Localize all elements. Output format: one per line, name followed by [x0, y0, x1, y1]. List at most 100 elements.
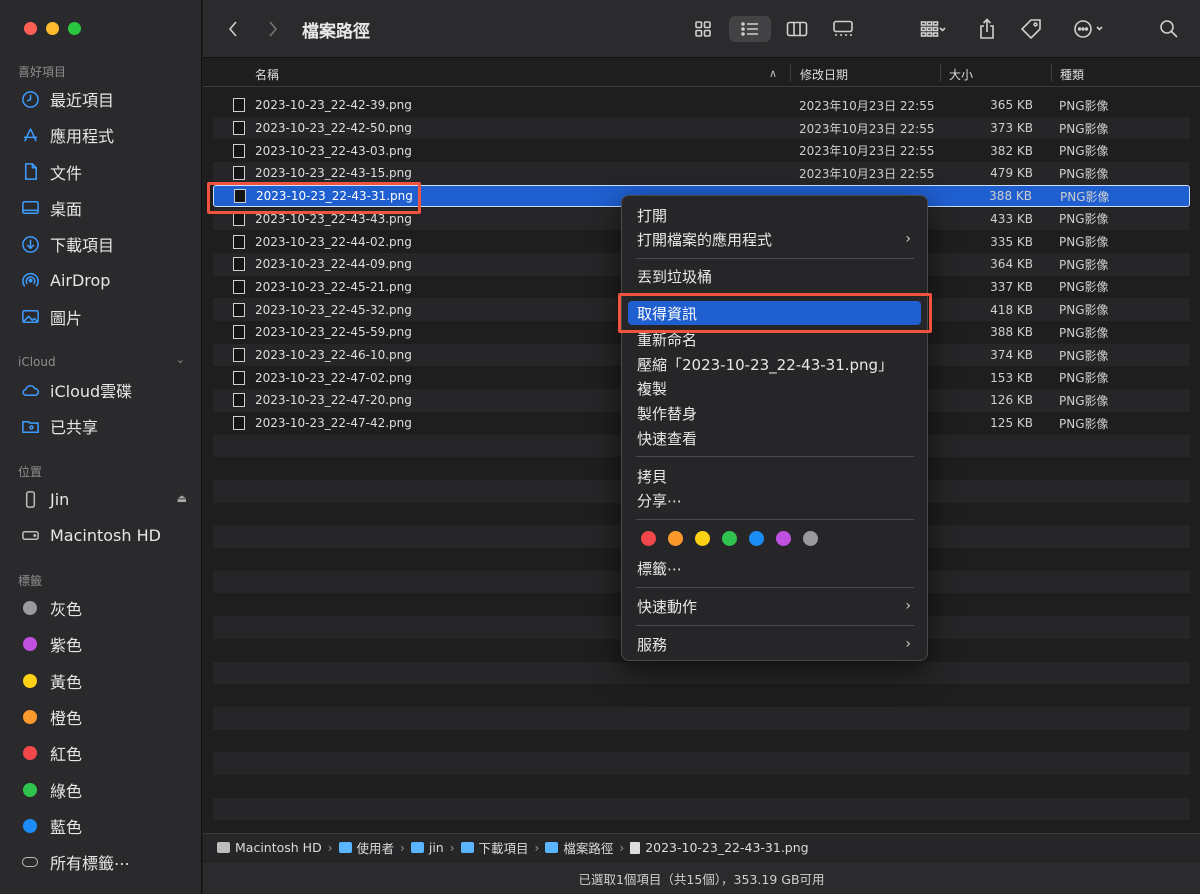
column-view-button[interactable]	[783, 16, 811, 42]
path-separator: ›	[449, 840, 455, 855]
menu-item-share[interactable]: 分享⋯	[628, 488, 921, 512]
menu-item-copy[interactable]: 拷貝	[628, 464, 921, 488]
file-name: 2023-10-23_22-46-10.png	[255, 348, 412, 363]
menu-item-label: 丟到垃圾桶	[637, 267, 713, 286]
column-size[interactable]: 大小	[949, 66, 973, 83]
menu-item-trash[interactable]: 丟到垃圾桶	[628, 264, 921, 288]
folder-icon	[545, 842, 559, 853]
tag-color-option[interactable]	[803, 531, 818, 546]
file-row[interactable]: 2023-10-23_22-42-50.png 2023年10月23日 22:55…	[213, 116, 1190, 140]
file-size: 365 KB	[990, 98, 1033, 113]
menu-item-open[interactable]: 打開	[628, 203, 921, 227]
sidebar-tag-0[interactable]: 灰色	[20, 593, 190, 623]
column-kind[interactable]: 種類	[1060, 66, 1084, 83]
minimize-button[interactable]	[46, 22, 59, 35]
file-row[interactable]: 2023-10-23_22-42-39.png 2023年10月23日 22:55…	[213, 94, 1190, 117]
document-icon	[20, 162, 40, 182]
tag-color-option[interactable]	[695, 531, 710, 546]
path-item[interactable]: 使用者	[338, 838, 394, 857]
tag-color-option[interactable]	[668, 531, 683, 546]
search-button[interactable]	[1155, 16, 1183, 42]
action-button[interactable]	[1067, 16, 1111, 42]
path-separator: ›	[534, 840, 540, 855]
sidebar-item-fav-4[interactable]: 下載項目	[20, 229, 190, 259]
path-item[interactable]: 2023-10-23_22-43-31.png	[630, 840, 809, 855]
tag-color-option[interactable]	[641, 531, 656, 546]
file-row[interactable]: 2023-10-23_22-43-03.png 2023年10月23日 22:55…	[213, 139, 1190, 162]
tag-color-option[interactable]	[749, 531, 764, 546]
sort-ascending-icon[interactable]: ∧	[769, 67, 777, 80]
file-name: 2023-10-23_22-43-03.png	[255, 143, 412, 158]
sidebar-item-icloud-1[interactable]: 已共享	[20, 411, 190, 441]
chevron-right-icon: ›	[905, 231, 911, 247]
sidebar-item-label: 應用程式	[50, 127, 115, 147]
back-button[interactable]	[223, 16, 243, 42]
path-item-label: jin	[428, 840, 444, 855]
gallery-icon	[833, 20, 853, 36]
sidebar-tag-2[interactable]: 黃色	[20, 666, 190, 696]
sidebar-tag-5[interactable]: 綠色	[20, 775, 190, 805]
sidebar-tag-6[interactable]: 藍色	[20, 811, 190, 841]
menu-item-make-alias[interactable]: 製作替身	[628, 401, 921, 425]
menu-separator	[636, 625, 914, 626]
sidebar-item-label: 已共享	[50, 418, 99, 437]
file-date: 2023年10月23日 22:55	[799, 166, 935, 181]
phone-icon	[20, 489, 40, 509]
sidebar-item-loc-0[interactable]: Jin	[20, 484, 190, 514]
close-button[interactable]	[24, 22, 37, 35]
section-icloud[interactable]: iCloud	[18, 355, 188, 369]
sidebar-tag-1[interactable]: 紫色	[20, 629, 190, 659]
column-date[interactable]: 修改日期	[800, 66, 848, 83]
empty-row	[213, 706, 1190, 730]
sidebar-tag-3[interactable]: 橙色	[20, 702, 190, 732]
path-item-label: 檔案路徑	[563, 841, 614, 856]
chevron-down-icon[interactable]: ⌄	[176, 353, 185, 366]
png-file-icon	[233, 348, 245, 363]
sidebar-tag-4[interactable]: 紅色	[20, 738, 190, 768]
sidebar-item-fav-0[interactable]: 最近項目	[20, 84, 190, 114]
path-item-label: Macintosh HD	[235, 840, 322, 855]
section-icloud-label: iCloud	[18, 355, 56, 369]
sidebar-item-loc-1[interactable]: Macintosh HD	[20, 520, 190, 550]
column-divider[interactable]	[940, 64, 941, 82]
sidebar-all-tags[interactable]: 所有標籤⋯	[20, 847, 190, 877]
tag-color-option[interactable]	[722, 531, 737, 546]
file-kind: PNG影像	[1059, 371, 1109, 386]
sidebar-item-label: 藍色	[50, 817, 83, 837]
tag-color-option[interactable]	[776, 531, 791, 546]
menu-item-services[interactable]: 服務 ›	[628, 632, 921, 656]
path-item[interactable]: jin	[410, 840, 444, 855]
column-divider[interactable]	[1051, 64, 1052, 82]
gallery-view-button[interactable]	[829, 16, 857, 42]
menu-item-compress[interactable]: 壓縮「2023-10-23_22-43-31.png」	[628, 352, 921, 376]
zoom-button[interactable]	[68, 22, 81, 35]
menu-item-tags[interactable]: 標籤⋯	[628, 556, 921, 580]
icon-view-button[interactable]	[689, 16, 717, 42]
sidebar-item-fav-1[interactable]: 應用程式	[20, 120, 190, 150]
sidebar-item-fav-6[interactable]: 圖片	[20, 302, 190, 332]
menu-item-quick-actions[interactable]: 快速動作 ›	[628, 594, 921, 618]
menu-separator	[636, 258, 914, 259]
file-name: 2023-10-23_22-45-59.png	[255, 325, 412, 340]
sidebar-item-fav-3[interactable]: 桌面	[20, 193, 190, 223]
menu-item-label: 製作替身	[637, 404, 698, 423]
path-item[interactable]: 下載項目	[460, 838, 529, 857]
column-name[interactable]: 名稱	[255, 66, 279, 83]
sidebar-item-icloud-0[interactable]: iCloud雲碟	[20, 375, 190, 405]
list-view-button[interactable]	[729, 16, 771, 42]
menu-item-open-with[interactable]: 打開檔案的應用程式 ›	[628, 227, 921, 251]
sidebar-item-fav-5[interactable]: AirDrop	[20, 266, 190, 296]
menu-item-quick-look[interactable]: 快速查看	[628, 426, 921, 450]
file-kind: PNG影像	[1059, 393, 1109, 408]
path-item[interactable]: 檔案路徑	[545, 838, 613, 857]
group-by-button[interactable]	[911, 16, 955, 42]
menu-item-duplicate[interactable]: 複製	[628, 376, 921, 400]
column-divider[interactable]	[790, 64, 791, 82]
path-item[interactable]: Macintosh HD	[217, 840, 322, 855]
tag-button[interactable]	[1017, 16, 1045, 42]
forward-button[interactable]	[263, 16, 283, 42]
share-button[interactable]	[973, 16, 1001, 42]
section-locations: 位置	[18, 465, 43, 479]
section-tags: 標籤	[18, 574, 43, 588]
sidebar-item-fav-2[interactable]: 文件	[20, 157, 190, 187]
